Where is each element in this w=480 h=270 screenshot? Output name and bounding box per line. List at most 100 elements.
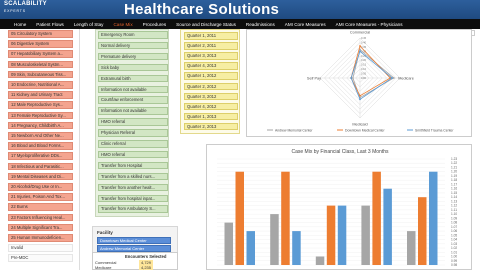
facility-item[interactable]: Andrew Memorial Center bbox=[97, 245, 171, 252]
quarter-item[interactable]: Quarter 2, 2011 bbox=[184, 42, 238, 50]
referral-item[interactable]: Court/law enforcement bbox=[98, 96, 168, 104]
referral-item[interactable]: Sick baby bbox=[98, 63, 168, 72]
category-item[interactable]: 10 Endocrine, Nutritional A... bbox=[8, 81, 73, 89]
category-item[interactable]: 08 Musculoskeletal Systm... bbox=[8, 60, 73, 69]
referral-item[interactable]: Clinic referral bbox=[98, 140, 168, 148]
logo-main-text: SCALABILITY bbox=[4, 1, 47, 7]
encounters-row-value: 4,235 bbox=[139, 265, 154, 270]
radar-point bbox=[350, 77, 353, 79]
nav-item-source-and-discharge-status[interactable]: Source and Discharge Status bbox=[176, 22, 246, 27]
radar-tick-label: 0.20 bbox=[361, 58, 367, 62]
radar-tick-label: 0.45 bbox=[361, 36, 367, 40]
category-item[interactable]: 07 Hepatobiliary System a... bbox=[8, 50, 73, 58]
bar bbox=[361, 205, 370, 265]
category-item[interactable]: 11 Kidney and Urinary Tract bbox=[8, 91, 73, 99]
bar bbox=[224, 222, 233, 265]
nav-item-length-of-stay[interactable]: Length of Stay bbox=[74, 22, 114, 27]
category-item[interactable]: 24 Multiple Significant Tra... bbox=[8, 223, 73, 232]
nav-item-patient-flows[interactable]: Patient Flows bbox=[36, 22, 74, 27]
category-item[interactable]: 18 Infectious and Parasitic... bbox=[8, 162, 73, 171]
radar-tick-label: 0.40 bbox=[361, 40, 367, 44]
quarter-item[interactable]: Quarter 4, 2013 bbox=[184, 62, 238, 70]
radar-axis-label: Commercial bbox=[350, 31, 370, 35]
category-item[interactable]: 17 Myeloproliferative DDs... bbox=[8, 152, 73, 160]
referral-item[interactable]: Transfer from another healt... bbox=[98, 183, 168, 192]
radar-chart: CommercialMedicareMedicaidSelf Pay 0.000.… bbox=[267, 31, 454, 132]
referral-item[interactable]: Premature delivery bbox=[98, 52, 168, 61]
radar-tick-label: 0.10 bbox=[361, 67, 367, 71]
nav-item-home[interactable]: Home bbox=[14, 22, 36, 27]
nav-item-case-mix[interactable]: Case Mix bbox=[113, 22, 142, 27]
encounters-header: Encounters Selected bbox=[125, 254, 167, 259]
quarter-item[interactable]: Quarter 4, 2012 bbox=[184, 102, 238, 111]
nav-item-procedures[interactable]: Procedures bbox=[143, 22, 177, 27]
quarter-item[interactable]: Quarter 1, 2013 bbox=[184, 112, 238, 121]
category-item[interactable]: 25 Human Immunodeficien... bbox=[8, 234, 73, 242]
category-item[interactable]: 21 Injuries, Poison And Tox... bbox=[8, 193, 73, 201]
category-item[interactable]: 14 Pregnancy, Childbirth A... bbox=[8, 121, 73, 130]
referral-item[interactable]: Transfer from hospital inpat... bbox=[98, 194, 168, 202]
quarter-item[interactable]: Quarter 3, 2012 bbox=[184, 92, 238, 101]
category-item[interactable]: 05 Circulatory System bbox=[8, 30, 73, 38]
category-item[interactable]: 12 Male Reproductive Sys... bbox=[8, 101, 73, 109]
category-item[interactable]: 23 Factors Influencing Heal... bbox=[8, 213, 73, 222]
bar bbox=[383, 188, 392, 265]
category-item[interactable]: 09 Skin, Subcutaneous Tiss... bbox=[8, 70, 73, 79]
radar-point bbox=[351, 77, 354, 79]
referral-item[interactable]: Normal delivery bbox=[98, 41, 168, 50]
category-item[interactable]: 22 Burns bbox=[8, 203, 73, 211]
category-item[interactable]: 16 Blood and Blood Forms... bbox=[8, 142, 73, 150]
category-item[interactable]: Pre-MDC bbox=[8, 254, 73, 262]
radar-point bbox=[359, 94, 361, 97]
radar-axis-label: Self Pay bbox=[307, 77, 321, 81]
bar bbox=[326, 205, 336, 265]
radar-point bbox=[359, 98, 361, 101]
radar-point bbox=[392, 77, 395, 79]
quarter-list: Quarter 1, 2011 Quarter 2, 2011 Quarter 3,… bbox=[180, 29, 240, 134]
quarter-item[interactable]: Quarter 2, 2012 bbox=[184, 82, 238, 90]
category-item[interactable]: 20 Alcohol/Drug Use or In... bbox=[8, 183, 73, 191]
bar bbox=[281, 171, 290, 265]
radar-point bbox=[359, 45, 361, 47]
bar bbox=[429, 171, 438, 265]
facility-item[interactable]: Downtown Medical Center bbox=[97, 237, 171, 244]
nav-item-ami-core-measures[interactable]: AMI Core Measures bbox=[285, 22, 336, 27]
bar bbox=[235, 171, 244, 265]
bar bbox=[407, 231, 416, 265]
category-item[interactable]: 19 Mental Diseases and Di... bbox=[8, 172, 73, 181]
quarter-item[interactable]: Quarter 1, 2011 bbox=[184, 32, 238, 40]
referral-item[interactable]: Physician Referral bbox=[98, 129, 168, 137]
bar-chart-title: Case Mix by Financial Class, Last 3 Mont… bbox=[291, 149, 389, 155]
category-item[interactable]: Invalid bbox=[8, 244, 73, 252]
quarter-item[interactable]: Quarter 3, 2013 bbox=[184, 52, 238, 60]
company-logo[interactable]: SCALABILITY EXPERTS bbox=[4, 1, 50, 17]
referral-item[interactable]: Transfer from Ambulatory S... bbox=[98, 205, 168, 213]
referral-item[interactable]: Information not available bbox=[98, 85, 168, 93]
quarter-item[interactable]: Quarter 1, 2012 bbox=[184, 72, 238, 80]
referral-source-list: Emergency Room Normal delivery Premature d… bbox=[95, 29, 169, 217]
app-title: Healthcare Solutions bbox=[124, 1, 280, 18]
referral-item[interactable]: HMO referral bbox=[98, 150, 168, 159]
referral-item[interactable]: Information not available bbox=[98, 107, 168, 115]
encounters-row-label: Medicare bbox=[95, 265, 112, 270]
legend-label: Smithfield Trauma Center bbox=[415, 128, 454, 132]
referral-item[interactable]: Extramural birth bbox=[98, 74, 168, 83]
main-nav: Home Patient Flows Length of Stay Case Mix P… bbox=[0, 19, 480, 29]
nav-item-ami-core-measures-physicians[interactable]: AMI Core Measures - Physicians bbox=[336, 22, 413, 27]
referral-item[interactable]: Emergency Room bbox=[98, 31, 168, 39]
bar bbox=[418, 197, 427, 265]
category-item[interactable]: 06 Digestive System bbox=[8, 40, 73, 48]
category-item[interactable]: 15 Newborn And Other Ne... bbox=[8, 132, 73, 140]
radar-tick-label: 0.15 bbox=[361, 63, 367, 67]
radar-point bbox=[391, 77, 393, 79]
radar-chart-panel: Commercial Medicare Medicaid Self Pay 0.00 0.… bbox=[246, 29, 472, 137]
category-item[interactable]: 13 Female Reproductive Sy... bbox=[8, 111, 73, 120]
header-banner: SCALABILITY EXPERTS Healthcare Solutions bbox=[0, 0, 480, 19]
bar bbox=[292, 231, 301, 265]
nav-item-readmissions[interactable]: Readmissions bbox=[246, 22, 285, 27]
referral-item[interactable]: Transfer from Hospital bbox=[98, 161, 168, 170]
bar bbox=[315, 256, 325, 265]
quarter-item[interactable]: Quarter 2, 2013 bbox=[184, 122, 238, 131]
referral-item[interactable]: HMO referral bbox=[98, 118, 168, 126]
referral-item[interactable]: Transfer from a skilled nurs... bbox=[98, 172, 168, 181]
